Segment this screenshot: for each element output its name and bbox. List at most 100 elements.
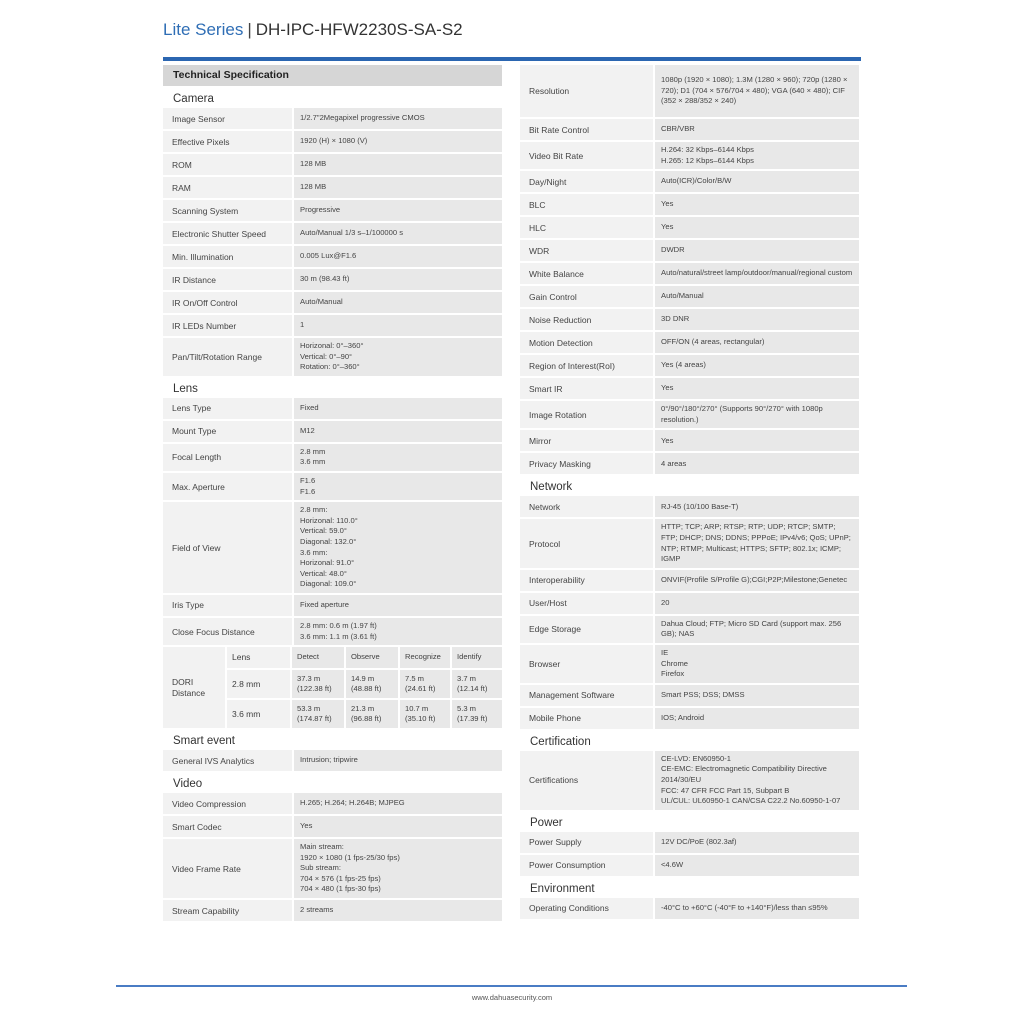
spec-label: BLC [520, 194, 653, 216]
spec-label: Close Focus Distance [163, 617, 292, 646]
spec-row: Mobile Phone IOS; Android [520, 707, 859, 729]
spec-label: IR LEDs Number [163, 315, 292, 336]
spec-value: -40°C to +60°C (-40°F to +140°F)/less th… [655, 897, 859, 919]
spec-row: Edge Storage Dahua Cloud; FTP; Micro SD C… [520, 615, 859, 643]
spec-label: Gain Control [520, 286, 653, 308]
spec-value-line: 704 × 480 (1 fps-30 fps) [300, 884, 381, 894]
spec-value-line: FCC: 47 CFR FCC Part 15, Subpart B [661, 785, 790, 795]
spec-value-line: H.264: 32 Kbps–6144 Kbps [661, 145, 754, 154]
spec-row: RAM 128 MB [163, 177, 502, 198]
spec-value: 128 MB [294, 177, 502, 198]
spec-value-line: 30 m (98.43 ft) [300, 274, 350, 284]
spec-label: Mirror [520, 430, 653, 452]
spec-value-line: Yes [661, 199, 674, 209]
spec-value-line: 2.8 mm [300, 446, 326, 456]
spec-row: WDR DWDR [520, 240, 859, 262]
spec-label: Mobile Phone [520, 707, 653, 729]
spec-value-line: UL/CUL: UL60950-1 CAN/CSA C22.2 No.60950… [661, 796, 841, 806]
footer-rule [116, 985, 907, 987]
spec-label: Scanning System [163, 200, 292, 221]
spec-value: 1/2.7"2Megapixel progressive CMOS [294, 108, 502, 129]
spec-label: Network [520, 496, 653, 518]
spec-row: Interoperability ONVIF(Profile S/Profile … [520, 569, 859, 591]
spec-value: Progressive [294, 200, 502, 221]
section-network: Network [530, 481, 573, 494]
spec-value-line: HTTP; TCP; ARP; RTSP; RTP; UDP; RTCP; SM… [661, 522, 851, 564]
spec-value: Intrusion; tripwire [294, 750, 502, 772]
document-title: Lite Series | DH-IPC-HFW2230S-SA-S2 [163, 20, 463, 40]
spec-row: Video Frame Rate Main stream: 1920 × 1080 … [163, 839, 502, 899]
spec-value-line: 3.6 mm [300, 457, 326, 467]
spec-value-line: Horizonal: 110.0° [300, 515, 358, 525]
spec-value: Yes [655, 194, 859, 216]
spec-row: Privacy Masking 4 areas [520, 453, 859, 475]
spec-value-line: Auto/Manual [300, 297, 343, 307]
spec-value-line: 4 areas [661, 458, 687, 468]
title-separator: | [247, 20, 252, 39]
spec-label: Motion Detection [520, 332, 653, 354]
spec-value-line: CE-LVD: EN60950-1 [661, 753, 731, 763]
dori-value-cell: 3.7 m (12.14 ft) [452, 670, 502, 699]
footer-url: www.dahuasecurity.com [471, 993, 553, 1002]
dori-value-cell: 10.7 m (35.10 ft) [400, 700, 450, 729]
spec-value-line: Auto/Manual [661, 291, 704, 301]
spec-row: Resolution 1080p (1920 × 1080); 1.3M (128… [520, 65, 859, 117]
spec-row: Power Consumption <4.6W [520, 854, 859, 876]
spec-label: Video Bit Rate [520, 142, 653, 170]
spec-value-line: 1 [300, 320, 305, 330]
spec-label: Smart Codec [163, 816, 292, 838]
spec-row: Focal Length 2.8 mm 3.6 mm [163, 443, 502, 471]
spec-value: Auto/natural/street lamp/outdoor/manual/… [655, 263, 859, 285]
spec-value: H.264: 32 Kbps–6144 Kbps H.265: 12 Kbps–6… [655, 142, 859, 170]
spec-row: Lens Type Fixed [163, 397, 502, 419]
dori-header-cell: Observe [346, 647, 398, 669]
spec-value: Main stream: 1920 × 1080 (1 fps-25/30 fps… [294, 839, 502, 899]
spec-label: Power Supply [520, 831, 653, 853]
spec-label: White Balance [520, 263, 653, 285]
spec-value-line: Intrusion; tripwire [300, 755, 358, 765]
spec-value-line: IOS; Android [661, 712, 705, 722]
spec-row: IR On/Off Control Auto/Manual [163, 292, 502, 313]
spec-label: Image Rotation [520, 401, 653, 429]
spec-row: Pan/Tilt/Rotation Range Horizonal: 0°–360… [163, 338, 502, 376]
spec-row: Operating Conditions -40°C to +60°C (-40°… [520, 897, 859, 919]
spec-label: Focal Length [163, 443, 292, 471]
spec-label: Bit Rate Control [520, 119, 653, 140]
spec-label: Resolution [520, 65, 653, 117]
spec-value-line: Rotation: 0°–360° [300, 362, 360, 372]
dori-header-cell: Identify [452, 647, 502, 669]
spec-row: Effective Pixels 1920 (H) × 1080 (V) [163, 131, 502, 152]
spec-value-line: 0.005 Lux@F1.6 [300, 251, 357, 261]
spec-row: White Balance Auto/natural/street lamp/ou… [520, 263, 859, 285]
spec-label: Video Compression [163, 793, 292, 815]
spec-value-line: 128 MB [300, 159, 327, 169]
spec-value-line: Auto/Manual 1/3 s–1/100000 s [300, 228, 404, 238]
spec-value-line: Smart PSS; DSS; DMSS [661, 689, 745, 699]
spec-label: Min. Illumination [163, 246, 292, 267]
dori-header-cell: Detect [292, 647, 344, 669]
spec-value: 20 [655, 592, 859, 614]
environment-table: Operating Conditions -40°C to +60°C (-40°… [520, 897, 859, 919]
spec-value-line: Vertical: 0°–90° [300, 351, 353, 361]
spec-value-line: 1080p (1920 × 1080); 1.3M (1280 × 960); … [661, 75, 848, 106]
spec-value-line: Chrome [661, 658, 689, 668]
spec-value-line: Diagonal: 109.0° [300, 579, 357, 589]
spec-value-line: 1920 (H) × 1080 (V) [300, 136, 368, 146]
spec-value: F1.6 F1.6 [294, 472, 502, 501]
spec-value-line: Auto/natural/street lamp/outdoor/manual/… [661, 268, 853, 278]
spec-row: ROM 128 MB [163, 154, 502, 175]
spec-label: Video Frame Rate [163, 839, 292, 899]
spec-label: Image Sensor [163, 108, 292, 129]
spec-value: 2.8 mm: 0.6 m (1.97 ft) 3.6 mm: 1.1 m (3.… [294, 617, 502, 646]
spec-value: CBR/VBR [655, 119, 859, 140]
spec-value: Smart PSS; DSS; DMSS [655, 684, 859, 706]
spec-row: Close Focus Distance 2.8 mm: 0.6 m (1.97 … [163, 617, 502, 646]
spec-value: 2 streams [294, 900, 502, 922]
spec-value-line: RJ-45 (10/100 Base-T) [661, 501, 739, 511]
spec-value-line: F1.6 [300, 475, 316, 485]
section-certification: Certification [530, 735, 591, 748]
spec-row: BLC Yes [520, 194, 859, 216]
camera-table: Image Sensor 1/2.7"2Megapixel progressive… [163, 108, 502, 376]
spec-value-line: 704 × 576 (1 fps-25 fps) [300, 873, 381, 883]
spec-value-line: 3.6 mm: 1.1 m (3.61 ft) [300, 631, 377, 641]
